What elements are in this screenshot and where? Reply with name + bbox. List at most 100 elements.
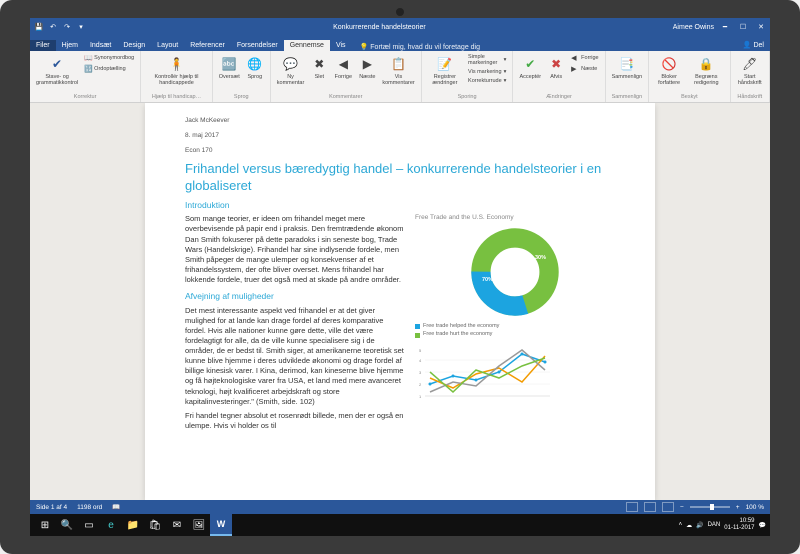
ink-label: Start håndskrift [737, 74, 763, 86]
spell-check-button[interactable]: ✔ Stave- og grammatikkontrol [34, 53, 80, 88]
next-change-button[interactable]: ▶Næste [569, 64, 600, 74]
ink-button[interactable]: 🖊Start håndskrift [735, 53, 765, 88]
tab-design[interactable]: Design [117, 40, 151, 51]
show-markup-label: Vis markering [468, 69, 502, 75]
svg-text:5: 5 [419, 348, 422, 353]
donut-value-30: 30% [535, 255, 546, 262]
group-kommentarer: 💬 Ny kommentar ✖Slet ◀Forrige ▶Næste 📋Vi… [271, 51, 422, 102]
tab-vis[interactable]: Vis [330, 40, 352, 51]
user-name[interactable]: Aimee Owins [673, 24, 714, 31]
group-haandskrift: 🖊Start håndskrift Håndskrift [731, 51, 770, 102]
delete-comment-label: Slet [315, 74, 324, 80]
language-label: Sprog [247, 74, 262, 80]
accessibility-button[interactable]: 🧍 Kontrollér hjælp til handicappede [145, 53, 207, 88]
maximize-icon[interactable]: ☐ [738, 23, 748, 31]
store-icon[interactable]: 🛍 [144, 514, 166, 536]
compare-label: Sammenlign [612, 74, 643, 80]
tell-me-search[interactable]: 💡 Fortæl mig, hvad du vil foretage dig [360, 43, 480, 51]
print-layout-button[interactable] [644, 502, 656, 512]
onedrive-icon[interactable]: ☁ [686, 522, 692, 529]
review-pane-button[interactable]: Korrekturrude ▾ [466, 77, 508, 85]
svg-text:1: 1 [419, 394, 422, 399]
group-sprog-label: Sprog [234, 94, 249, 100]
lock-icon: 🔒 [697, 55, 715, 73]
doc-date: 8. maj 2017 [185, 132, 615, 141]
tell-me-label: Fortæl mig, hvad du vil foretage dig [370, 44, 480, 51]
tab-hjem[interactable]: Hjem [56, 40, 84, 51]
group-aendringer-label: Ændringer [546, 94, 572, 100]
word-icon[interactable]: W [210, 514, 232, 536]
next-icon: ▶ [358, 55, 376, 73]
web-layout-button[interactable] [662, 502, 674, 512]
restrict-edit-button[interactable]: 🔒Begræns redigering [687, 53, 725, 88]
zoom-out-button[interactable]: − [680, 504, 684, 511]
windows-taskbar: ⊞ 🔍 ▭ e 📁 🛍 ✉ 🖼 W ˄ ☁ 🔊 DAN 10:59 01-11-… [30, 514, 770, 536]
zoom-level[interactable]: 100 % [746, 504, 764, 511]
reject-icon: ✖ [547, 55, 565, 73]
undo-icon[interactable]: ↶ [48, 22, 58, 32]
language-indicator[interactable]: DAN [708, 522, 721, 528]
word-count[interactable]: 1198 ord [77, 504, 102, 511]
tab-forsendelser[interactable]: Forsendelser [231, 40, 284, 51]
group-haandskrift-label: Håndskrift [737, 94, 762, 100]
save-icon[interactable]: 💾 [34, 22, 44, 32]
qat-dropdown-icon[interactable]: ▾ [76, 22, 86, 32]
read-mode-button[interactable] [626, 502, 638, 512]
tab-filer[interactable]: Filer [30, 40, 56, 51]
reject-button[interactable]: ✖Afvis [545, 53, 567, 82]
tab-indsaet[interactable]: Indsæt [84, 40, 117, 51]
delete-comment-button[interactable]: ✖Slet [308, 53, 330, 82]
lightbulb-icon: 💡 [360, 43, 369, 51]
delete-icon: ✖ [310, 55, 328, 73]
spell-status-icon[interactable]: 📖 [112, 503, 120, 511]
show-markup-button[interactable]: Vis markering ▾ [466, 68, 508, 76]
accept-button[interactable]: ✔Acceptér [517, 53, 543, 82]
edge-icon[interactable]: e [100, 514, 122, 536]
zoom-slider[interactable] [690, 506, 730, 508]
compare-button[interactable]: 📑Sammenlign [610, 53, 645, 82]
prev-comment-button[interactable]: ◀Forrige [332, 53, 354, 82]
group-sprog: 🔤 Oversæt 🌐 Sprog Sprog [213, 51, 271, 102]
accept-label: Acceptér [519, 74, 541, 80]
explorer-icon[interactable]: 📁 [122, 514, 144, 536]
redo-icon[interactable]: ↷ [62, 22, 72, 32]
thesaurus-icon: 📖 [84, 54, 92, 62]
close-icon[interactable]: ✕ [756, 23, 766, 31]
markup-dropdown[interactable]: Simple markeringer ▾ [466, 53, 508, 67]
document-page[interactable]: Jack McKeever 8. maj 2017 Econ 170 Friha… [145, 103, 655, 500]
group-beskyt-label: Beskyt [681, 94, 698, 100]
show-comments-button[interactable]: 📋Vis kommentarer [380, 53, 416, 88]
title-bar: 💾 ↶ ↷ ▾ Konkurrerende handelsteorier Aim… [30, 18, 770, 36]
clock-time: 10:59 [724, 518, 754, 525]
clock[interactable]: 10:59 01-11-2017 [724, 518, 754, 531]
photos-icon[interactable]: 🖼 [188, 514, 210, 536]
group-beskyt: 🚫Bloker forfattere 🔒Begræns redigering B… [649, 51, 730, 102]
search-icon[interactable]: 🔍 [56, 514, 78, 536]
tab-referencer[interactable]: Referencer [184, 40, 231, 51]
next-comment-button[interactable]: ▶Næste [356, 53, 378, 82]
track-changes-label: Registrer ændringer [428, 74, 462, 86]
thesaurus-button[interactable]: 📖Synonymordbog [82, 53, 136, 63]
track-changes-button[interactable]: 📝 Registrer ændringer [426, 53, 464, 88]
share-button[interactable]: 👤 Del [737, 39, 770, 51]
task-view-icon[interactable]: ▭ [78, 514, 100, 536]
block-authors-button[interactable]: 🚫Bloker forfattere [653, 53, 685, 88]
document-area[interactable]: Jack McKeever 8. maj 2017 Econ 170 Friha… [30, 103, 770, 500]
minimize-icon[interactable]: ━ [720, 23, 730, 31]
start-button[interactable]: ⊞ [34, 514, 56, 536]
language-button[interactable]: 🌐 Sprog [244, 53, 266, 82]
mail-icon[interactable]: ✉ [166, 514, 188, 536]
group-handicap: 🧍 Kontrollér hjælp til handicappede Hjæl… [141, 51, 212, 102]
volume-icon[interactable]: 🔊 [696, 522, 703, 529]
tab-layout[interactable]: Layout [151, 40, 184, 51]
wordcount-button[interactable]: 🔢Ordoptælling [82, 64, 136, 74]
group-sporing: 📝 Registrer ændringer Simple markeringer… [422, 51, 514, 102]
prev-change-button[interactable]: ◀Forrige [569, 53, 600, 63]
zoom-in-button[interactable]: + [736, 504, 740, 511]
translate-button[interactable]: 🔤 Oversæt [217, 53, 242, 82]
tab-gennemse[interactable]: Gennemse [284, 40, 330, 51]
new-comment-button[interactable]: 💬 Ny kommentar [275, 53, 307, 88]
notifications-icon[interactable]: 💬 [759, 522, 766, 529]
tray-chevron-icon[interactable]: ˄ [679, 522, 683, 528]
page-indicator[interactable]: Side 1 af 4 [36, 504, 67, 511]
